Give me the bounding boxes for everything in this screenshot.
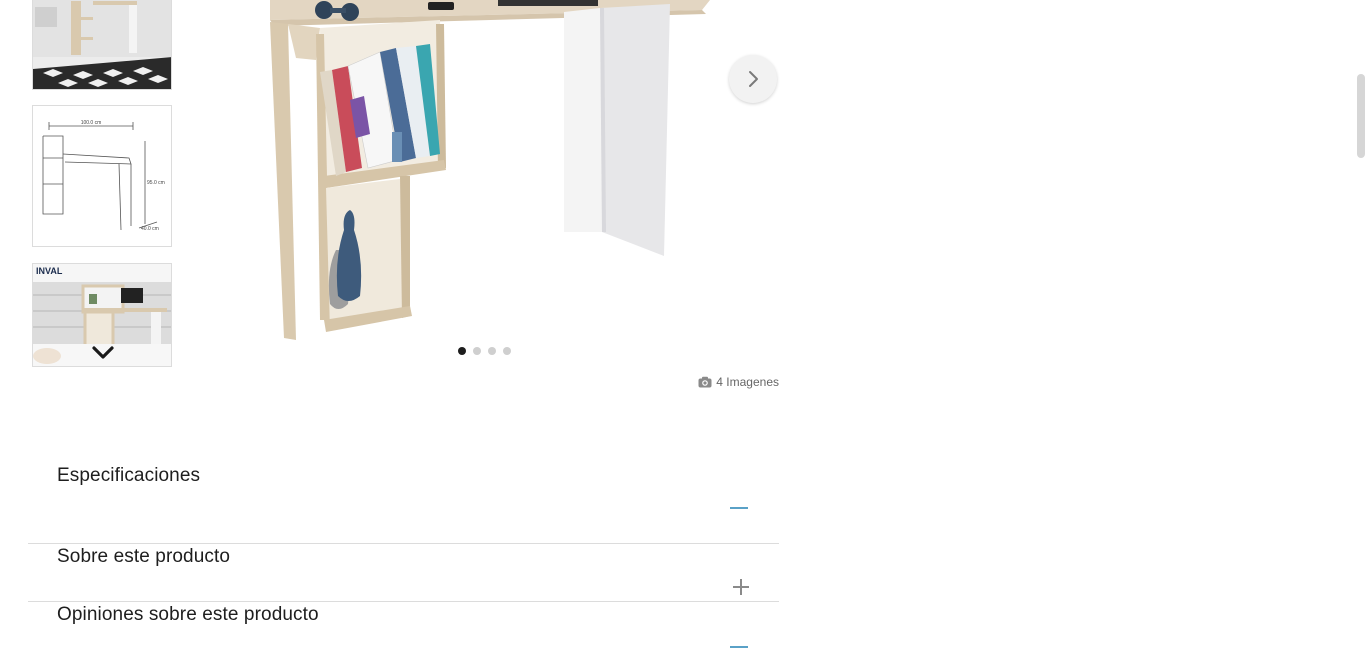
- divider: [28, 601, 779, 602]
- page-scrollbar-thumb[interactable]: [1357, 74, 1365, 158]
- accordion-title-opiniones[interactable]: Opiniones sobre este producto: [57, 604, 319, 626]
- carousel-dot[interactable]: [488, 347, 496, 355]
- main-product-image: [240, 0, 740, 345]
- divider: [28, 543, 779, 544]
- desk-dimension-diagram: 100.0 cm 95.0 cm 40.0 cm: [42, 120, 165, 232]
- collapse-opiniones-button[interactable]: [729, 637, 749, 657]
- expand-sobre-este-producto-button[interactable]: [731, 577, 751, 597]
- chevron-right-icon: [749, 71, 758, 87]
- accordion-title-sobre-este-producto[interactable]: Sobre este producto: [57, 546, 230, 568]
- next-image-button[interactable]: [729, 55, 777, 103]
- dimension-depth-label: 40.0 cm: [141, 226, 159, 232]
- carousel-dot[interactable]: [503, 347, 511, 355]
- image-count: 4 Imagenes: [698, 375, 779, 389]
- carousel-pagination: [458, 347, 511, 355]
- desk-room-photo: [33, 0, 171, 89]
- thumbnails-scroll-down-icon[interactable]: [91, 344, 115, 362]
- brand-logo-text: INVAL: [36, 266, 63, 276]
- dimension-width-label: 100.0 cm: [81, 120, 102, 126]
- accordion-title-especificaciones[interactable]: Especificaciones: [57, 465, 200, 487]
- desk-product-photo: [270, 0, 710, 340]
- camera-icon: [698, 376, 712, 388]
- image-count-label: 4 Imagenes: [716, 375, 779, 389]
- thumbnail-1[interactable]: [32, 0, 172, 90]
- thumbnail-2[interactable]: 100.0 cm 95.0 cm 40.0 cm: [32, 105, 172, 247]
- dimension-height-label: 95.0 cm: [147, 180, 165, 186]
- minus-icon: [730, 507, 748, 509]
- carousel-dot[interactable]: [458, 347, 466, 355]
- collapse-especificaciones-button[interactable]: [729, 498, 749, 518]
- minus-icon: [730, 646, 748, 648]
- carousel-dot[interactable]: [473, 347, 481, 355]
